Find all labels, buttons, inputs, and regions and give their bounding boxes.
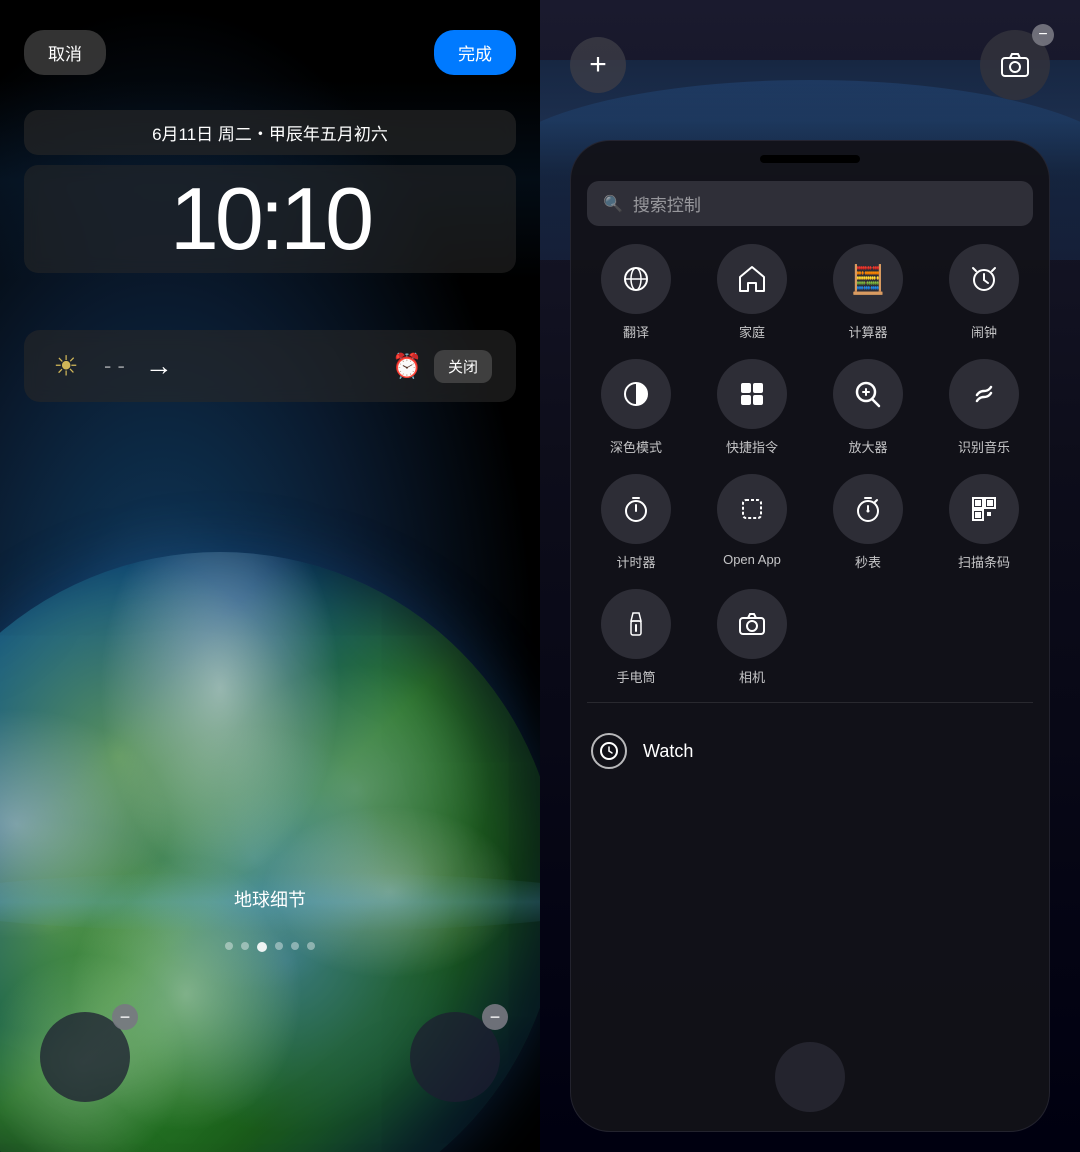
phone-notch xyxy=(760,155,860,163)
remove-left-icon[interactable]: − xyxy=(112,1004,138,1030)
watch-svg xyxy=(599,741,619,761)
control-item-open-app[interactable]: Open App xyxy=(703,474,801,571)
control-circle-home xyxy=(717,244,787,314)
control-grid: 翻译 家庭 🧮 计算器 闹钟深色模式 快捷指令 放大器 识别音乐计时器 Open App 秒表 扫描… xyxy=(571,226,1049,686)
control-item-translate[interactable]: 翻译 xyxy=(587,244,685,341)
dot-2[interactable] xyxy=(241,942,249,950)
control-label-scan-qr: 扫描条码 xyxy=(958,552,1010,571)
control-item-magnifier[interactable]: 放大器 xyxy=(819,359,917,456)
date-widget[interactable]: 6月11日 周二・甲辰年五月初六 xyxy=(24,110,516,155)
control-label-camera: 相机 xyxy=(739,667,765,686)
control-item-flashlight[interactable]: 手电筒 xyxy=(587,589,685,686)
right-top-buttons: + − xyxy=(540,30,1080,100)
control-label-stopwatch: 秒表 xyxy=(855,552,881,571)
right-panel: + − 🔍 搜索控制 翻译 家庭 🧮 计算器 闹钟深色模式 快捷指令 放大器 识别音乐计时器 O… xyxy=(540,0,1080,1152)
control-circle-dark-mode xyxy=(601,359,671,429)
bottom-circle-left[interactable]: − xyxy=(40,1012,130,1102)
watch-item[interactable]: Watch xyxy=(571,719,1049,783)
watch-label: Watch xyxy=(643,741,693,762)
top-bar: 取消 完成 xyxy=(0,30,540,75)
phone-frame: 🔍 搜索控制 翻译 家庭 🧮 计算器 闹钟深色模式 快捷指令 放大器 识别音乐计时器 Open … xyxy=(570,140,1050,1132)
control-item-scan-qr[interactable]: 扫描条码 xyxy=(935,474,1033,571)
search-placeholder-text: 搜索控制 xyxy=(633,191,701,216)
control-label-flashlight: 手电筒 xyxy=(616,667,655,686)
search-icon: 🔍 xyxy=(603,194,623,214)
time-widget[interactable]: 10:10 xyxy=(24,165,516,273)
control-circle-calculator: 🧮 xyxy=(833,244,903,314)
camera-container: − xyxy=(980,30,1050,100)
dot-5[interactable] xyxy=(291,942,299,950)
control-label-shazam: 识别音乐 xyxy=(958,437,1010,456)
remove-camera-badge[interactable]: − xyxy=(1032,24,1054,46)
bottom-circle-right[interactable]: − xyxy=(410,1012,500,1102)
control-label-magnifier: 放大器 xyxy=(848,437,887,456)
page-dots xyxy=(0,942,540,952)
date-text: 6月11日 周二・甲辰年五月初六 xyxy=(152,125,388,144)
control-label-open-app: Open App xyxy=(723,552,781,567)
control-circle-open-app xyxy=(717,474,787,544)
control-item-shazam[interactable]: 识别音乐 xyxy=(935,359,1033,456)
control-circle-timer xyxy=(601,474,671,544)
right-bottom-circle[interactable] xyxy=(775,1042,845,1112)
control-label-timer: 计时器 xyxy=(616,552,655,571)
time-display: 10:10 xyxy=(42,173,498,265)
notif-dash-text: - - xyxy=(104,353,125,379)
camera-icon xyxy=(999,49,1031,81)
dot-4[interactable] xyxy=(275,942,283,950)
divider xyxy=(587,702,1033,703)
control-circle-alarm xyxy=(949,244,1019,314)
control-circle-camera xyxy=(717,589,787,659)
earth-label: 地球细节 xyxy=(0,886,540,912)
watch-icon xyxy=(591,733,627,769)
control-circle-translate xyxy=(601,244,671,314)
control-circle-flashlight xyxy=(601,589,671,659)
control-item-home[interactable]: 家庭 xyxy=(703,244,801,341)
sun-icon xyxy=(48,348,84,384)
notif-close-button[interactable]: 关闭 xyxy=(434,350,492,383)
done-button[interactable]: 完成 xyxy=(434,30,516,75)
control-circle-magnifier xyxy=(833,359,903,429)
control-item-alarm[interactable]: 闹钟 xyxy=(935,244,1033,341)
control-circle-shortcuts xyxy=(717,359,787,429)
notif-arrow-icon: → xyxy=(145,350,173,382)
dot-3-active[interactable] xyxy=(257,942,267,952)
control-label-translate: 翻译 xyxy=(623,322,649,341)
control-circle-stopwatch xyxy=(833,474,903,544)
control-circle-scan-qr xyxy=(949,474,1019,544)
control-label-dark-mode: 深色模式 xyxy=(610,437,662,456)
control-label-calculator: 计算器 xyxy=(848,322,887,341)
notif-right-section: ⏰ 关闭 xyxy=(392,350,492,383)
control-item-stopwatch[interactable]: 秒表 xyxy=(819,474,917,571)
control-item-calculator[interactable]: 🧮 计算器 xyxy=(819,244,917,341)
control-item-camera[interactable]: 相机 xyxy=(703,589,801,686)
control-circle-shazam xyxy=(949,359,1019,429)
control-item-shortcuts[interactable]: 快捷指令 xyxy=(703,359,801,456)
alarm-icon: ⏰ xyxy=(392,352,422,381)
control-item-timer[interactable]: 计时器 xyxy=(587,474,685,571)
add-control-button[interactable]: + xyxy=(570,37,626,93)
dot-1[interactable] xyxy=(225,942,233,950)
notification-widget[interactable]: - - → ⏰ 关闭 xyxy=(24,330,516,402)
left-panel: 取消 完成 6月11日 周二・甲辰年五月初六 10:10 - - → ⏰ 关闭 … xyxy=(0,0,540,1152)
control-label-home: 家庭 xyxy=(739,322,765,341)
search-bar[interactable]: 🔍 搜索控制 xyxy=(587,181,1033,226)
dot-6[interactable] xyxy=(307,942,315,950)
control-label-shortcuts: 快捷指令 xyxy=(726,437,778,456)
remove-right-icon[interactable]: − xyxy=(482,1004,508,1030)
cancel-button[interactable]: 取消 xyxy=(24,30,106,75)
control-label-alarm: 闹钟 xyxy=(971,322,997,341)
control-item-dark-mode[interactable]: 深色模式 xyxy=(587,359,685,456)
